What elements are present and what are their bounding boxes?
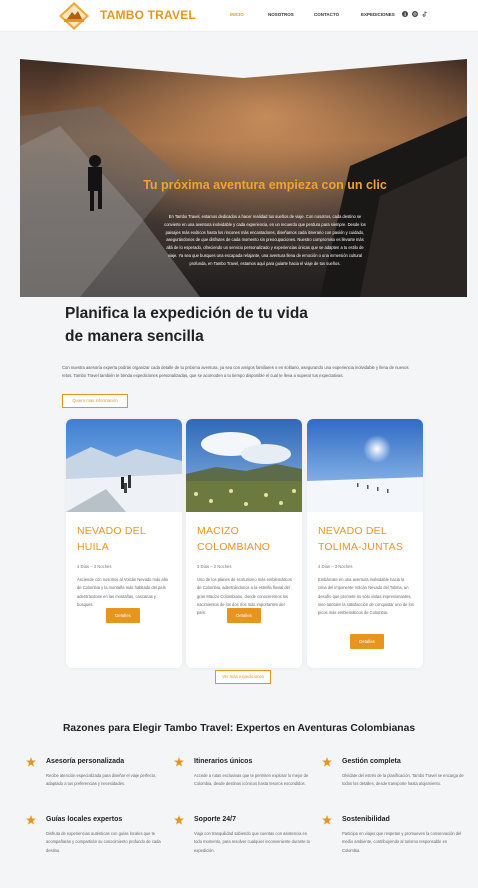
card-description: Asciende con nosotros al Volcán Nevado m… [77,577,169,607]
card-image-macizo [186,419,302,512]
details-button[interactable]: Detalles [227,608,261,623]
plan-title: Planifica la expedición de tu vida de ma… [65,305,308,345]
reasons-title: Razones para Elegir Tambo Travel: Expert… [62,723,416,734]
reason-title: Sostenibilidad [342,816,390,823]
hero-title: Tu próxima aventura empieza con un clic [143,178,387,192]
reason-text: Accede a rutas exclusivas que te permite… [194,773,309,787]
reason-title: Itinerarios únicos [194,758,253,765]
card-macizo-colombiano: MACIZO COLOMBIANO 3 Días – 2 Noches Uno … [186,419,302,668]
card-duration: 3 Días – 2 Noches [197,564,232,569]
card-description: Embárcate en una aventura inolvidable ha… [318,577,414,616]
star-icon [174,815,184,825]
hero-banner: Tu próxima aventura empieza con un clic … [20,56,467,297]
hero-text: En Tambo Travel, estamos dedicados a hac… [164,214,366,266]
more-info-button[interactable]: Quiero más información [62,394,128,408]
card-title[interactable]: NEVADO DEL TOLIMA-JUNTAS [318,523,418,555]
reason-text: Viaja con tranquilidad sabiendo que cuen… [194,831,311,853]
card-nevado-huila: NEVADO DEL HUILA 4 Días – 3 Noches Ascie… [66,419,182,668]
card-duration: 4 Días – 3 Noches [77,564,112,569]
details-button[interactable]: Detalles [106,608,140,623]
brand-name[interactable]: TAMBO TRAVEL [100,8,196,22]
nav-contacto[interactable]: CONTACTO [314,12,339,17]
reason-text: Olvídate del estrés de la planificación.… [342,773,464,787]
page: TAMBO TRAVEL INICIO NOSOTROS CONTACTO EX… [0,0,478,888]
facebook-icon[interactable] [402,11,408,17]
card-duration: 4 Días – 3 Noches [318,564,353,569]
hero-top-divider [20,56,467,78]
details-button[interactable]: Detalles [350,634,384,649]
site-header: TAMBO TRAVEL INICIO NOSOTROS CONTACTO EX… [0,0,478,32]
star-icon [174,757,184,767]
card-nevado-tolima: NEVADO DEL TOLIMA-JUNTAS 4 Días – 3 Noch… [307,419,423,668]
reason-title: Asesoría personalizada [46,758,125,765]
card-title[interactable]: NEVADO DEL HUILA [77,523,177,555]
card-image-huila [66,419,182,512]
card-image-tolima [307,419,423,512]
logo-icon[interactable] [58,1,90,31]
reason-title: Guías locales expertos [46,816,123,823]
reason-title: Gestión completa [342,758,401,765]
tiktok-icon[interactable] [422,11,428,17]
nav-expediciones[interactable]: EXPEDICIONES [361,12,395,17]
plan-text: Con nuestra asesoría experta podrás orga… [62,365,409,379]
star-icon [322,815,332,825]
star-icon [322,757,332,767]
reason-text: Participa en viajes que respetan y promu… [342,831,462,853]
nav-nosotros[interactable]: NOSOTROS [268,12,294,17]
reason-text: Recibe atención especializada para diseñ… [46,773,157,787]
instagram-icon[interactable] [412,11,418,17]
star-icon [26,757,36,767]
nav-inicio[interactable]: INICIO [230,12,244,17]
reason-text: Disfruta de experiencias auténticas con … [46,831,161,853]
card-title[interactable]: MACIZO COLOMBIANO [197,523,297,555]
reason-title: Soporte 24/7 [194,816,237,823]
more-expeditions-button[interactable]: Ver más expediciones [215,670,271,684]
star-icon [26,815,36,825]
